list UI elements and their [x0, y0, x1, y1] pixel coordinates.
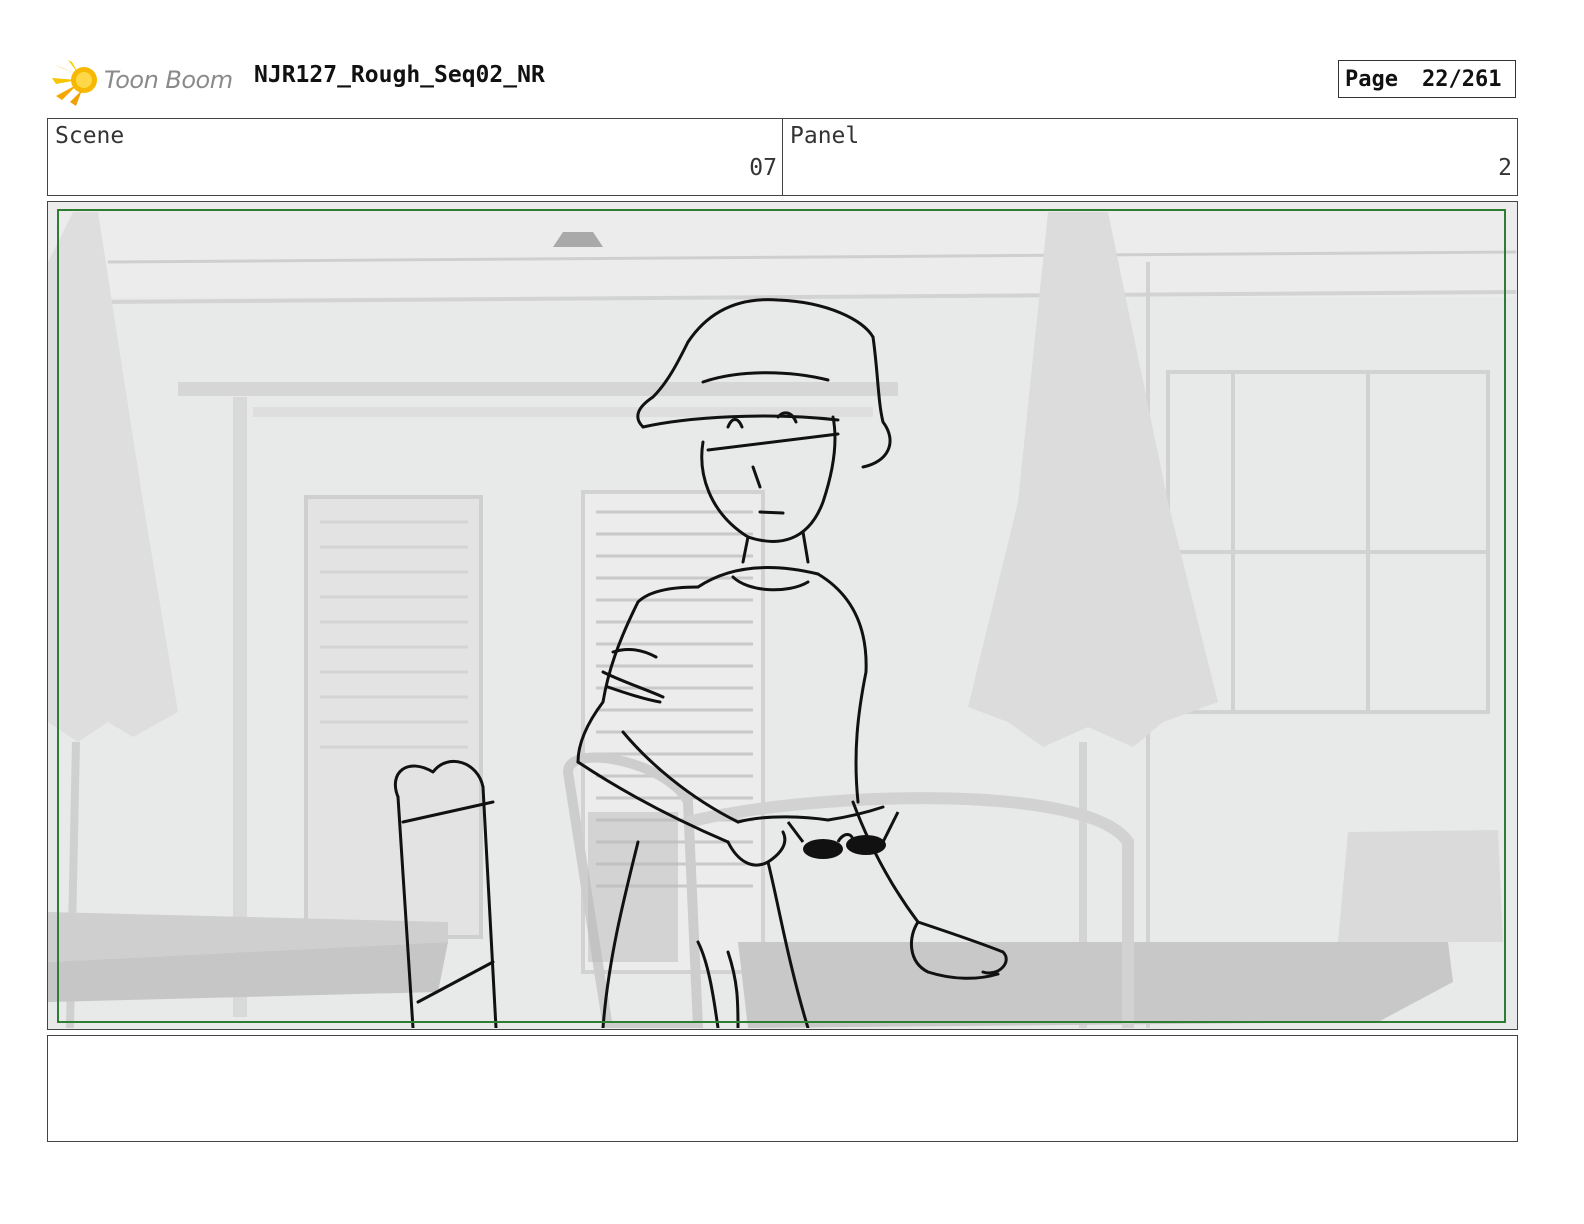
- logo-wordmark: Toon Boom: [104, 66, 233, 94]
- storyboard-panel-image: [47, 201, 1518, 1030]
- scene-panel-info: Scene 07 Panel 2: [47, 118, 1518, 196]
- storyboard-sketch: [48, 202, 1516, 1028]
- scene-label: Scene: [55, 123, 125, 149]
- panel-notes: [47, 1035, 1518, 1142]
- project-title: NJR127_Rough_Seq02_NR: [254, 62, 545, 88]
- toon-boom-star-icon: [52, 60, 97, 106]
- panel-cell: Panel 2: [783, 119, 1517, 195]
- panel-label: Panel: [790, 123, 860, 149]
- scene-number: 07: [749, 155, 777, 181]
- page-indicator: Page 22/261: [1338, 60, 1516, 98]
- page-number: 22/261: [1421, 66, 1502, 92]
- toon-boom-logo: Toon Boom: [50, 56, 240, 108]
- page-label: Page: [1345, 66, 1398, 92]
- scene-cell: Scene 07: [48, 119, 783, 195]
- panel-number: 2: [1498, 155, 1512, 181]
